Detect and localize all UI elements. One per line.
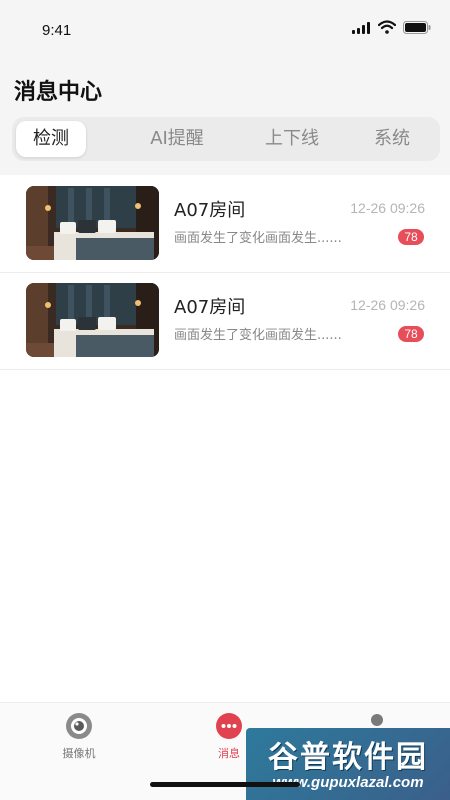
tab-ai-reminder[interactable]: AI提醒 (132, 121, 222, 157)
tabbar-label: 摄像机 (62, 747, 96, 760)
header: 消息中心 检测 AI提醒 上下线 系统 (0, 60, 450, 175)
watermark-logo: 谷普软件园 www.gupuxlazal.com (246, 728, 450, 800)
room-thumbnail (26, 283, 159, 357)
tab-detection[interactable]: 检测 (16, 121, 86, 157)
camera-icon (66, 713, 92, 739)
page-title: 消息中心 (14, 80, 103, 105)
tabbar-camera[interactable]: 摄像机 (39, 711, 119, 761)
message-list: A07房间 12-26 09:26 画面发生了变化画面发生...... 78 A… (0, 176, 450, 370)
watermark-title: 谷普软件园 (268, 740, 428, 775)
battery-icon (403, 21, 431, 34)
tab-online-offline[interactable]: 上下线 (247, 121, 337, 157)
message-item[interactable]: A07房间 12-26 09:26 画面发生了变化画面发生...... 78 (0, 273, 450, 370)
tab-system[interactable]: 系统 (352, 121, 432, 157)
message-icon (216, 713, 242, 739)
status-bar: 9:41 (0, 0, 450, 60)
message-item[interactable]: A07房间 12-26 09:26 画面发生了变化画面发生...... 78 (0, 176, 450, 273)
status-time: 9:41 (42, 22, 72, 39)
score-badge: 78 (398, 326, 424, 342)
tab-bar-segment: 检测 AI提醒 上下线 系统 (12, 117, 440, 161)
score-badge: 78 (398, 229, 424, 245)
home-indicator[interactable] (150, 782, 300, 787)
wifi-icon (378, 20, 396, 34)
message-preview: 画面发生了变化画面发生...... (174, 231, 342, 246)
message-time: 12-26 09:26 (350, 297, 425, 313)
message-time: 12-26 09:26 (350, 200, 425, 216)
signal-icon (352, 22, 370, 34)
room-thumbnail (26, 186, 159, 260)
message-title: A07房间 (174, 297, 246, 318)
message-title: A07房间 (174, 200, 246, 221)
message-preview: 画面发生了变化画面发生...... (174, 328, 342, 343)
